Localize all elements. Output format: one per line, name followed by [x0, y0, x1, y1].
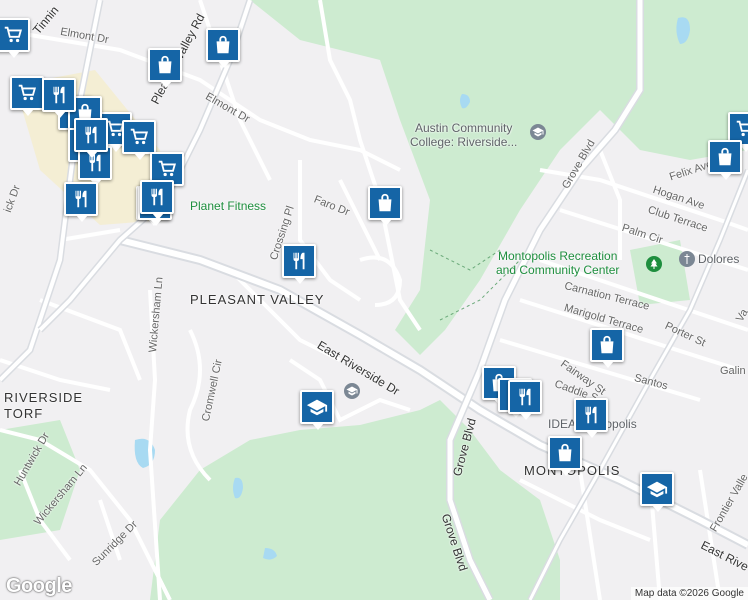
shopping-icon — [600, 335, 614, 354]
label-planet-fitness[interactable]: Planet Fitness — [190, 199, 266, 213]
grocery-icon — [158, 160, 177, 177]
shopping-icon — [718, 147, 732, 166]
grocery-icon — [736, 120, 748, 137]
shopping-pin[interactable] — [148, 48, 182, 88]
restaurant-icon — [151, 188, 163, 206]
label-torf: TORF — [4, 406, 44, 421]
park-icon[interactable] — [646, 256, 662, 272]
google-logo: Google — [6, 575, 72, 597]
restaurant-pin[interactable] — [508, 380, 542, 420]
label-pleasant-valley: PLEASANT VALLEY — [190, 292, 325, 307]
school-pin[interactable] — [640, 472, 674, 512]
shopping-icon — [378, 193, 392, 212]
grocery-pin[interactable] — [122, 120, 156, 160]
shopping-pin[interactable] — [590, 328, 624, 368]
restaurant-pin[interactable] — [42, 78, 76, 118]
restaurant-icon — [85, 126, 97, 144]
restaurant-icon — [75, 190, 87, 208]
restaurant-pin[interactable] — [140, 180, 174, 220]
grocery-pin[interactable] — [10, 76, 44, 116]
school-icon[interactable] — [530, 124, 546, 140]
label-galin: Galin — [720, 365, 746, 377]
restaurant-icon — [519, 388, 531, 406]
restaurant-pin[interactable] — [64, 182, 98, 222]
shopping-pin[interactable] — [708, 140, 742, 180]
label-dolores[interactable]: Dolores — [698, 252, 739, 266]
grocery-icon — [18, 84, 37, 101]
shopping-icon — [216, 35, 230, 54]
map-canvas[interactable]: Elmont Dr Elmont Dr Pleasant Valley Rd T… — [0, 0, 748, 600]
school-icon — [306, 399, 328, 416]
label-riverside: RIVERSIDE — [4, 390, 84, 405]
restaurant-pin[interactable] — [574, 398, 608, 438]
shopping-icon — [158, 55, 172, 74]
label-montopolis-line1: Montopolis Recreation — [497, 249, 618, 263]
grocery-icon — [130, 128, 149, 145]
school-icon — [646, 481, 668, 498]
restaurant-icon — [293, 252, 305, 270]
map-attribution[interactable]: Map data ©2026 Google — [630, 587, 748, 600]
label-acc-line2: College: Riverside... — [410, 135, 518, 149]
grocery-pin[interactable] — [0, 18, 30, 58]
church-icon[interactable] — [679, 251, 695, 267]
restaurant-pin[interactable] — [282, 244, 316, 284]
restaurant-icon — [53, 86, 65, 104]
label-acc-riverside[interactable]: Austin Community College: Riverside... — [410, 121, 517, 149]
label-montopolis-line2: and Community Center — [496, 263, 620, 277]
school-pin[interactable] — [300, 390, 334, 430]
shopping-icon — [558, 443, 572, 462]
park-area-south — [150, 400, 560, 600]
label-acc-line1: Austin Community — [415, 121, 513, 135]
restaurant-icon — [585, 406, 597, 424]
shopping-pin[interactable] — [368, 186, 402, 226]
label-montopolis-recreation[interactable]: Montopolis Recreation and Community Cent… — [496, 249, 619, 277]
grocery-icon — [4, 26, 23, 43]
school-icon[interactable] — [344, 383, 360, 399]
shopping-pin[interactable] — [206, 28, 240, 68]
restaurant-pin[interactable] — [74, 118, 108, 158]
shopping-pin[interactable] — [548, 436, 582, 476]
